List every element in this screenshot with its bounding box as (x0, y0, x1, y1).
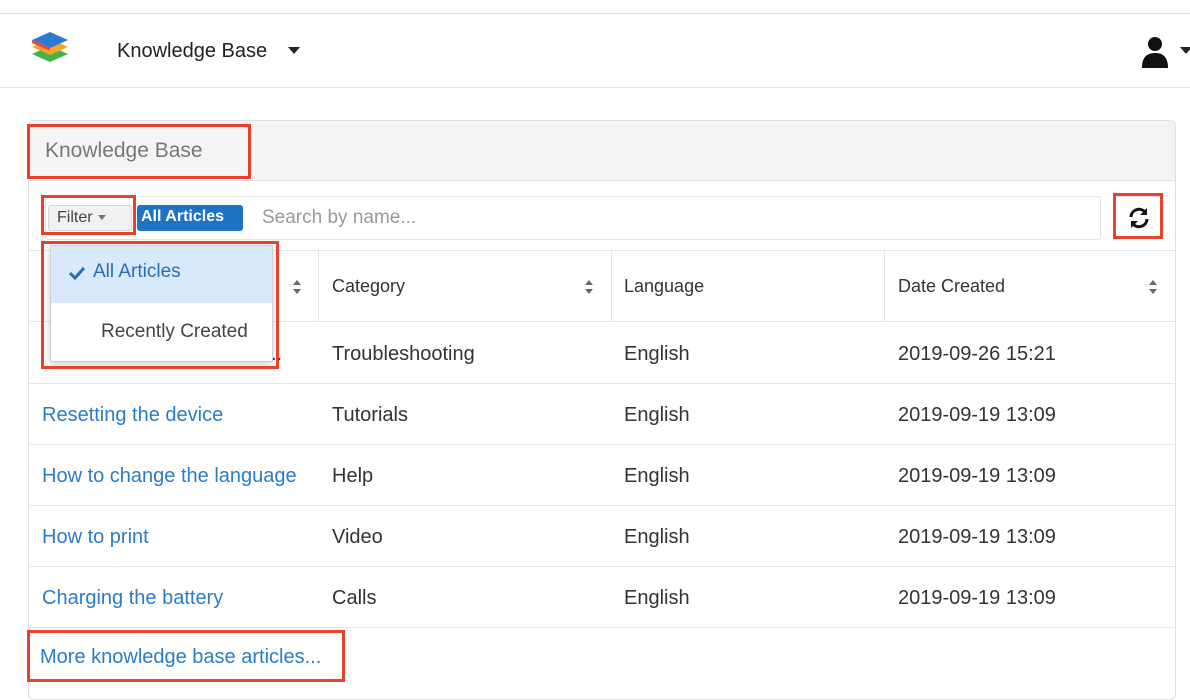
table-row: Charging the battery Calls English 2019-… (28, 567, 1176, 628)
filter-dropdown-menu: All Articles Recently Created (50, 245, 273, 362)
category-cell: Calls (332, 587, 377, 609)
column-separator (611, 250, 612, 322)
article-name-link[interactable]: Resetting the device (42, 404, 223, 427)
date-created-cell: 2019-09-19 13:09 (898, 465, 1056, 487)
filter-label: Filter (57, 209, 93, 226)
date-created-cell: 2019-09-19 13:09 (898, 587, 1056, 609)
date-created-cell: 2019-09-19 13:09 (898, 404, 1056, 426)
category-cell: Troubleshooting (332, 343, 475, 365)
sort-icon[interactable] (1148, 279, 1158, 295)
filter-option-label: Recently Created (101, 321, 248, 342)
table-row: Resetting the device Tutorials English 2… (28, 384, 1176, 445)
sort-icon[interactable] (292, 279, 302, 295)
search-input[interactable] (260, 201, 1080, 235)
date-created-cell: 2019-09-19 13:09 (898, 526, 1056, 548)
refresh-icon (1129, 207, 1149, 229)
category-cell: Video (332, 526, 383, 548)
sort-icon[interactable] (584, 279, 594, 295)
article-name-link[interactable]: Charging the battery (42, 587, 223, 610)
column-separator (884, 250, 885, 322)
dashlet-header: Knowledge Base (29, 121, 1175, 181)
checkmark-icon (69, 266, 85, 280)
language-cell: English (624, 404, 690, 426)
top-border (0, 0, 1190, 14)
article-name-link[interactable]: How to change the language (42, 465, 297, 488)
dashlet-title: Knowledge Base (45, 139, 203, 162)
article-name-link[interactable]: How to print (42, 526, 149, 549)
chevron-down-icon[interactable] (288, 47, 300, 54)
table-row: How to change the language Help English … (28, 445, 1176, 506)
category-cell: Help (332, 465, 374, 487)
column-separator (318, 250, 319, 322)
app-logo-icon[interactable] (28, 28, 72, 68)
language-cell: English (624, 465, 690, 487)
date-created-cell: 2019-09-26 15:21 (898, 343, 1056, 365)
caret-down-icon (97, 215, 106, 221)
user-menu-chevron-icon[interactable] (1180, 47, 1190, 54)
filter-option-all-articles[interactable]: All Articles (51, 246, 272, 303)
column-header-date-created[interactable]: Date Created (898, 276, 1005, 297)
table-row: How to print Video English 2019-09-19 13… (28, 506, 1176, 567)
filter-option-label: All Articles (93, 261, 181, 282)
column-header-category[interactable]: Category (332, 276, 405, 297)
category-cell: Tutorials (332, 404, 408, 426)
top-nav: Knowledge Base (0, 14, 1190, 88)
language-cell: English (624, 587, 690, 609)
filter-button[interactable]: Filter (48, 205, 132, 231)
active-filter-pill[interactable]: All Articles (137, 205, 243, 231)
language-cell: English (624, 343, 690, 365)
filter-option-recently-created[interactable]: Recently Created (51, 304, 272, 361)
language-cell: English (624, 526, 690, 548)
module-menu-label[interactable]: Knowledge Base (117, 40, 267, 63)
column-header-language[interactable]: Language (624, 276, 704, 297)
more-articles-link[interactable]: More knowledge base articles... (40, 646, 321, 669)
user-icon[interactable] (1140, 34, 1170, 70)
refresh-button[interactable] (1115, 196, 1161, 238)
